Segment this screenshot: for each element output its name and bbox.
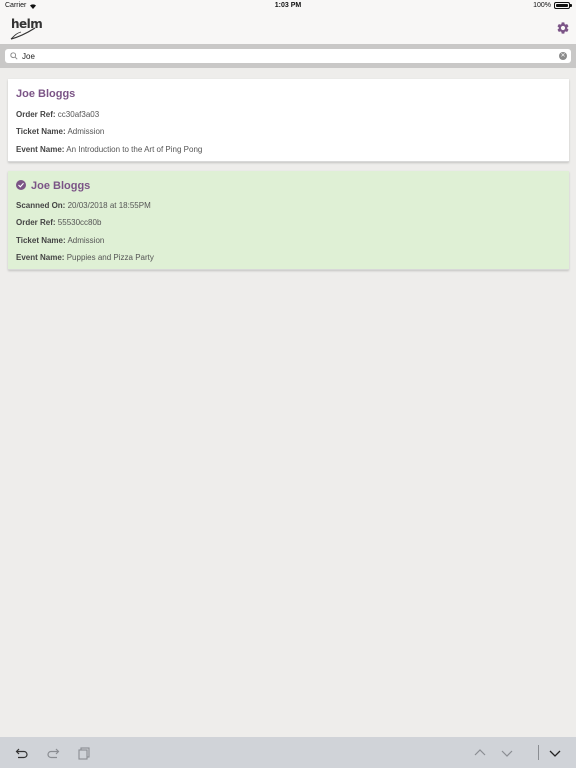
search-icon (10, 52, 18, 60)
toolbar-divider (538, 745, 539, 760)
undo-icon[interactable] (15, 746, 29, 760)
status-bar: Carrier 1:03 PM 100% (0, 0, 576, 12)
paste-icon[interactable] (77, 746, 91, 760)
event-name-label: Event Name: (16, 253, 65, 262)
ticket-name-value: Admission (67, 236, 105, 245)
event-name-row: Event Name: Puppies and Pizza Party (16, 253, 154, 262)
ticket-name-value: Admission (67, 127, 105, 136)
scanned-on-row: Scanned On: 20/03/2018 at 18:55PM (16, 201, 151, 210)
ticket-name-row: Ticket Name: Admission (16, 236, 104, 245)
order-ref-row: Order Ref: cc30af3a03 (16, 110, 99, 119)
event-name-value: An Introduction to the Art of Ping Pong (66, 145, 203, 154)
attendee-card-scanned[interactable]: Joe Bloggs Scanned On: 20/03/2018 at 18:… (8, 171, 569, 270)
order-ref-label: Order Ref: (16, 110, 56, 119)
search-field[interactable]: ✕ (5, 49, 571, 63)
clear-search-icon[interactable]: ✕ (559, 52, 567, 60)
order-ref-value: 55530cc80b (57, 218, 102, 227)
battery-icon (554, 2, 572, 9)
order-ref-label: Order Ref: (16, 218, 56, 227)
ticket-name-label: Ticket Name: (16, 127, 66, 136)
checkmark-icon (16, 180, 26, 190)
battery-percent: 100% (533, 2, 551, 9)
battery-info: 100% (533, 2, 572, 9)
event-name-value: Puppies and Pizza Party (66, 253, 154, 262)
chevron-down-icon[interactable] (500, 746, 514, 760)
attendee-card[interactable]: Joe Bloggs Order Ref: cc30af3a03 Ticket … (8, 79, 569, 162)
order-ref-row: Order Ref: 55530cc80b (16, 218, 101, 227)
ticket-name-label: Ticket Name: (16, 236, 66, 245)
nav-bar: helm (0, 12, 576, 44)
chevron-up-icon[interactable] (473, 746, 487, 760)
ticket-name-row: Ticket Name: Admission (16, 127, 104, 136)
scanned-on-value: 20/03/2018 at 18:55PM (67, 201, 151, 210)
attendee-name: Joe Bloggs (16, 88, 76, 100)
clock: 1:03 PM (274, 2, 302, 9)
attendee-name: Joe Bloggs (31, 180, 91, 192)
search-bar: ✕ (0, 44, 576, 68)
event-name-label: Event Name: (16, 145, 65, 154)
event-name-row: Event Name: An Introduction to the Art o… (16, 145, 202, 154)
helm-logo: helm (10, 17, 43, 40)
redo-icon[interactable] (46, 746, 60, 760)
settings-gear-icon[interactable] (556, 21, 570, 35)
order-ref-value: cc30af3a03 (57, 110, 100, 119)
keyboard-toolbar (0, 737, 576, 768)
scanned-on-label: Scanned On: (16, 201, 66, 210)
search-input[interactable] (22, 49, 542, 63)
dismiss-keyboard-icon[interactable] (548, 746, 562, 760)
logo-swoosh-icon (10, 27, 36, 40)
